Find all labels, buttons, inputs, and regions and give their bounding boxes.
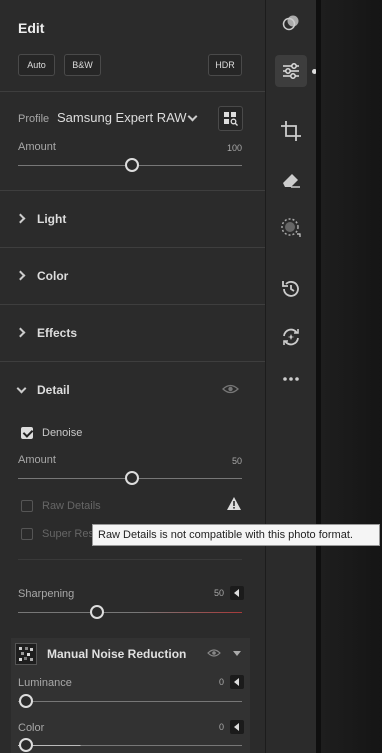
raw-details-tooltip: Raw Details is not compatible with this … — [92, 524, 380, 546]
profile-amount-label: Amount — [18, 141, 56, 153]
edit-sliders-icon[interactable] — [275, 55, 307, 87]
eraser-icon[interactable] — [275, 164, 307, 196]
eye-icon[interactable] — [222, 383, 239, 395]
history-icon[interactable] — [275, 273, 307, 305]
divider — [0, 304, 266, 305]
detail-amount-label: Amount — [18, 454, 56, 466]
manual-noise-panel: Manual Noise Reduction Luminance 0 Color… — [11, 638, 250, 753]
panel-title: Edit — [18, 20, 45, 36]
section-color[interactable]: Color — [37, 269, 68, 283]
divider — [0, 190, 266, 191]
profile-browser-button[interactable] — [218, 106, 243, 131]
masking-icon[interactable] — [275, 212, 307, 244]
eye-icon[interactable] — [207, 648, 221, 658]
divider — [0, 361, 266, 362]
chevron-down-icon[interactable] — [16, 383, 27, 394]
section-light[interactable]: Light — [37, 212, 66, 226]
section-effects[interactable]: Effects — [37, 326, 77, 340]
profile-amount-handle[interactable] — [125, 158, 139, 172]
profile-grid-icon — [224, 112, 238, 126]
chevron-down-icon[interactable] — [187, 111, 198, 122]
denoise-label: Denoise — [42, 427, 83, 439]
color-noise-slider[interactable] — [18, 745, 242, 746]
noise-icon — [15, 643, 37, 665]
chevron-right-icon[interactable] — [15, 270, 26, 281]
divider — [0, 91, 266, 92]
luminance-value: 0 — [218, 677, 224, 687]
color-noise-value: 0 — [218, 722, 224, 732]
color-noise-label: Color — [18, 722, 45, 734]
profile-dropdown[interactable]: Samsung Expert RAW — [57, 110, 187, 125]
profile-amount-value: 100 — [226, 143, 242, 153]
versions-icon[interactable] — [275, 321, 307, 353]
super-res-label: Super Res — [42, 528, 94, 540]
manual-noise-title: Manual Noise Reduction — [47, 647, 187, 661]
luminance-label: Luminance — [18, 677, 72, 689]
sharpening-label: Sharpening — [18, 588, 75, 600]
color-noise-handle[interactable] — [19, 738, 33, 752]
sharpening-slider[interactable] — [18, 612, 242, 613]
auto-button[interactable]: Auto — [18, 54, 55, 76]
collapse-arrow-icon[interactable] — [230, 720, 244, 734]
dropdown-arrow-icon[interactable] — [233, 651, 241, 656]
hdr-button[interactable]: HDR — [208, 54, 242, 76]
chevron-right-icon[interactable] — [15, 327, 26, 338]
divider — [0, 247, 266, 248]
warning-icon[interactable] — [226, 496, 242, 511]
profile-label: Profile — [18, 113, 50, 125]
divider — [18, 559, 242, 560]
section-detail[interactable]: Detail — [37, 383, 70, 397]
raw-details-checkbox[interactable] — [21, 500, 33, 512]
crop-icon[interactable] — [275, 115, 307, 147]
raw-details-label: Raw Details — [42, 500, 101, 512]
chevron-right-icon[interactable] — [15, 213, 26, 224]
super-res-checkbox[interactable] — [21, 528, 33, 540]
detail-amount-value: 50 — [231, 456, 242, 466]
presets-icon[interactable] — [275, 7, 307, 39]
more-icon[interactable] — [275, 363, 307, 395]
photo-preview — [321, 0, 382, 753]
collapse-arrow-icon[interactable] — [230, 586, 244, 600]
edit-panel: Edit Auto B&W HDR Profile Samsung Expert… — [0, 0, 266, 753]
luminance-slider[interactable] — [18, 701, 242, 702]
detail-amount-handle[interactable] — [125, 471, 139, 485]
sharpening-value: 50 — [213, 588, 224, 598]
sharpening-handle[interactable] — [90, 605, 104, 619]
bw-button[interactable]: B&W — [64, 54, 101, 76]
luminance-handle[interactable] — [19, 694, 33, 708]
collapse-arrow-icon[interactable] — [230, 675, 244, 689]
photo-canvas — [316, 0, 382, 753]
denoise-checkbox[interactable] — [21, 427, 33, 439]
